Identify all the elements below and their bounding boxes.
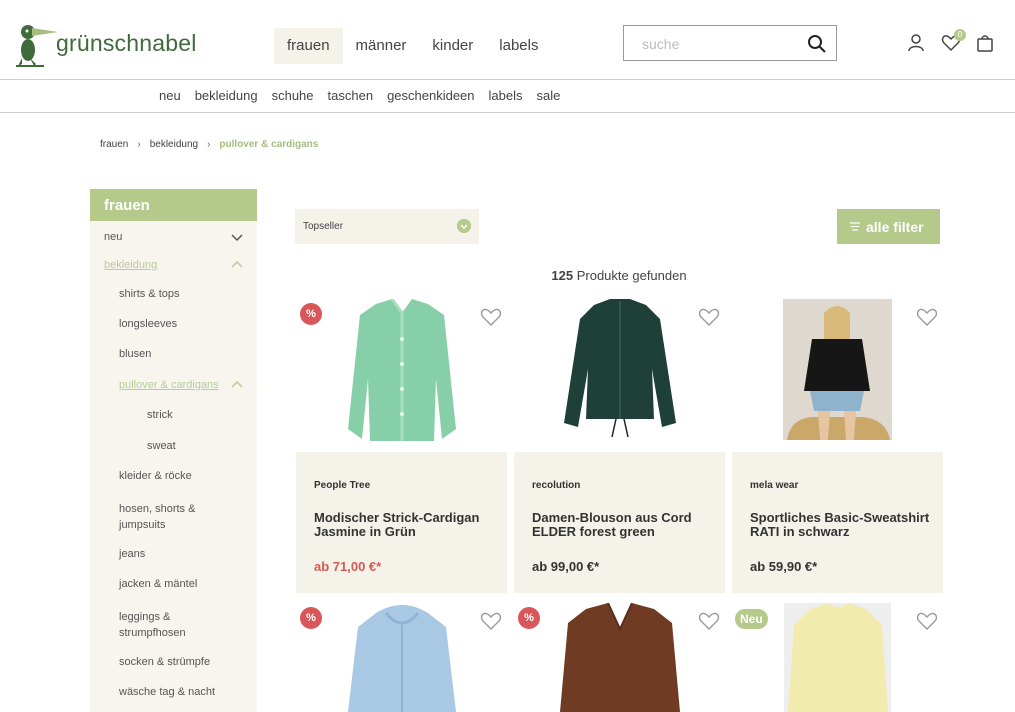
subnav-neu[interactable]: neu — [152, 88, 188, 103]
category-sidebar: frauen neu bekleidung shirts & tops long… — [90, 189, 257, 712]
wishlist-count-badge: 0 — [954, 29, 966, 41]
chevron-right-icon: › — [207, 139, 211, 150]
sidebar-item-jeans[interactable]: jeans — [90, 548, 257, 560]
sale-badge: % — [300, 607, 322, 629]
main-nav-frauen[interactable]: frauen — [274, 28, 343, 64]
main-nav: frauen männer kinder labels — [274, 28, 551, 64]
chevron-up-icon — [231, 380, 243, 388]
product-card[interactable]: Neu — [732, 603, 943, 712]
category-subnav: neu bekleidung schuhe taschen geschenkid… — [0, 81, 1015, 113]
filter-lines-icon — [850, 222, 860, 231]
sidebar-item-neu[interactable]: neu — [90, 231, 257, 243]
product-card[interactable]: % — [296, 603, 507, 712]
product-brand: People Tree — [314, 480, 371, 491]
subnav-schuhe[interactable]: schuhe — [265, 88, 321, 103]
blue-hoodie-image[interactable] — [296, 603, 507, 712]
search-input[interactable]: suche — [623, 25, 837, 61]
sort-label: Topseller — [303, 221, 344, 232]
product-image[interactable] — [732, 299, 943, 452]
chevron-down-icon — [457, 219, 471, 233]
search-placeholder: suche — [642, 36, 680, 52]
breadcrumb-current: pullover & cardigans — [219, 139, 319, 150]
main-nav-kinder[interactable]: kinder — [419, 28, 486, 64]
subnav-geschenkideen[interactable]: geschenkideen — [380, 88, 481, 103]
green-cardigan-image — [348, 298, 456, 441]
product-card[interactable]: % People Tree Modischer Strick-Cardigan … — [296, 298, 507, 593]
product-card[interactable]: % — [514, 603, 725, 712]
sidebar-item-jacken-maentel[interactable]: jacken & mäntel — [90, 578, 257, 590]
product-info: recolution Damen-Blouson aus Cord ELDER … — [514, 452, 725, 593]
site-header: grünschnabel frauen männer kinder labels… — [0, 0, 1015, 80]
breadcrumb-frauen[interactable]: frauen — [100, 139, 128, 150]
brown-sweater-image[interactable] — [514, 603, 725, 712]
product-card[interactable]: mela wear Sportliches Basic-Sweatshirt R… — [732, 299, 943, 593]
product-price: ab 99,00 €* — [532, 559, 600, 574]
wishlist-heart-icon[interactable] — [916, 307, 938, 327]
sidebar-item-longsleeves[interactable]: longsleeves — [90, 318, 257, 330]
chevron-right-icon: › — [137, 139, 141, 150]
sidebar-item-socken[interactable]: socken & strümpfe — [90, 656, 257, 668]
sidebar-item-blusen[interactable]: blusen — [90, 348, 257, 360]
product-brand: mela wear — [750, 480, 799, 491]
sidebar-title[interactable]: frauen — [90, 189, 257, 221]
product-name[interactable]: Sportliches Basic-Sweatshirt RATI in sch… — [750, 511, 930, 539]
logo[interactable]: grünschnabel — [14, 18, 204, 70]
breadcrumb: frauen › bekleidung › pullover & cardiga… — [100, 139, 318, 150]
breadcrumb-bekleidung[interactable]: bekleidung — [150, 139, 198, 150]
sidebar-item-leggings[interactable]: leggings & strumpfhosen — [90, 609, 257, 641]
subnav-bekleidung[interactable]: bekleidung — [188, 88, 265, 103]
green-blouson-image — [564, 299, 676, 438]
product-count-suffix: Produkte gefunden — [573, 268, 687, 283]
sidebar-item-hosen[interactable]: hosen, shorts & jumpsuits — [90, 501, 257, 533]
sidebar-item-kleider-roecke[interactable]: kleider & röcke — [90, 470, 257, 482]
all-filters-button[interactable]: alle filter — [837, 209, 940, 244]
user-icon[interactable] — [906, 33, 926, 53]
sale-badge: % — [518, 607, 540, 629]
sidebar-item-shirts-tops[interactable]: shirts & tops — [90, 288, 257, 300]
model-sweatshirt-photo — [783, 299, 892, 440]
chevron-down-icon — [231, 234, 243, 242]
sidebar-item-bekleidung[interactable]: bekleidung — [90, 259, 257, 271]
search-icon[interactable] — [807, 34, 827, 54]
product-name[interactable]: Damen-Blouson aus Cord ELDER forest gree… — [532, 511, 712, 539]
product-count-number: 125 — [551, 268, 574, 283]
logo-text: grünschnabel — [56, 29, 197, 56]
main-nav-labels[interactable]: labels — [486, 28, 551, 64]
product-price: ab 71,00 €* — [314, 559, 382, 574]
product-card[interactable]: recolution Damen-Blouson aus Cord ELDER … — [514, 299, 725, 593]
sidebar-item-waesche[interactable]: wäsche tag & nacht — [90, 686, 257, 698]
product-info: People Tree Modischer Strick-Cardigan Ja… — [296, 452, 507, 593]
all-filters-label: alle filter — [866, 219, 924, 235]
wishlist-heart-icon[interactable] — [916, 611, 938, 631]
bird-logo-icon — [16, 25, 58, 67]
bag-icon[interactable] — [975, 33, 995, 53]
subnav-labels[interactable]: labels — [482, 88, 530, 103]
sidebar-item-pullover-cardigans[interactable]: pullover & cardigans — [90, 379, 257, 391]
product-brand: recolution — [532, 480, 581, 491]
sort-select[interactable]: Topseller — [295, 209, 479, 244]
new-badge: Neu — [735, 609, 768, 629]
sale-badge: % — [300, 303, 322, 325]
chevron-up-icon — [231, 260, 243, 268]
product-name[interactable]: Modischer Strick-Cardigan Jasmine in Grü… — [314, 511, 494, 539]
wishlist-heart-icon[interactable] — [480, 611, 502, 631]
subnav-sale[interactable]: sale — [530, 88, 568, 103]
product-count: 125 Produkte gefunden — [295, 268, 943, 283]
sidebar-item-sweat[interactable]: sweat — [90, 440, 257, 452]
subnav-taschen[interactable]: taschen — [321, 88, 381, 103]
product-image[interactable] — [514, 299, 725, 452]
main-nav-maenner[interactable]: männer — [343, 28, 420, 64]
product-info: mela wear Sportliches Basic-Sweatshirt R… — [732, 452, 943, 593]
wishlist-heart-icon[interactable] — [480, 307, 502, 327]
wishlist-heart-icon[interactable] — [698, 307, 720, 327]
product-image[interactable] — [296, 298, 507, 452]
wishlist-heart-icon[interactable] — [698, 611, 720, 631]
product-price: ab 59,90 €* — [750, 559, 818, 574]
sidebar-item-strick[interactable]: strick — [90, 409, 257, 421]
